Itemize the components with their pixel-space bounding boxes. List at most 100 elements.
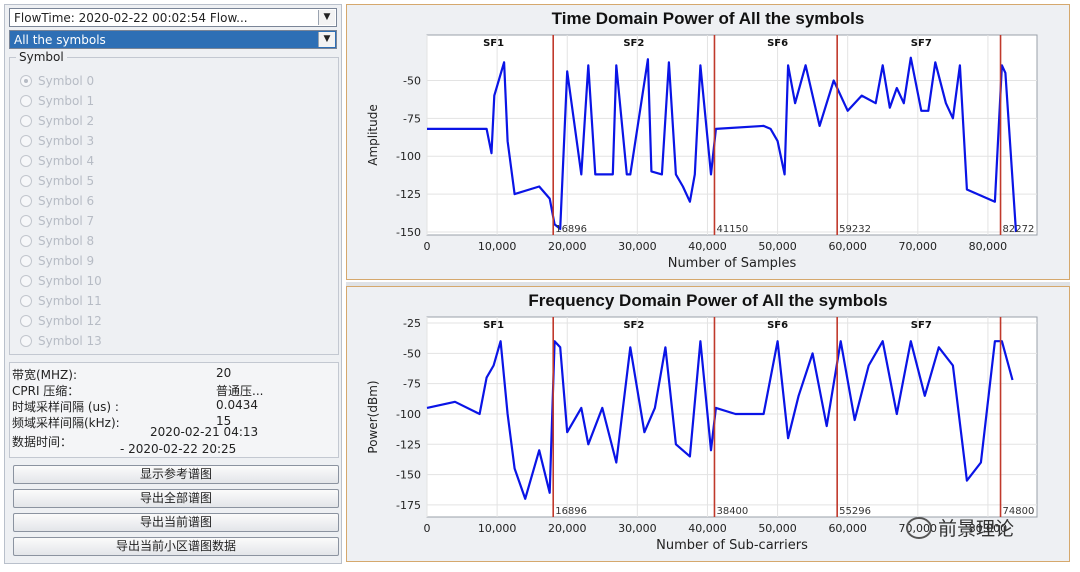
symbols-select[interactable]: All the symbols ▼ [9,30,337,49]
radio-icon[interactable] [20,195,32,207]
export-all-spectra-button[interactable]: 导出全部谱图 [13,489,339,508]
radio-icon[interactable] [20,75,32,87]
symbol-radio-label: Symbol 9 [38,254,95,268]
symbol-group: Symbol Symbol 0 Symbol 1 Symbol 2 Symbol 3 S… [9,50,339,355]
symbol-radio-1[interactable]: Symbol 1 [20,92,94,110]
symbol-radio-2[interactable]: Symbol 2 [20,112,94,130]
symbol-radio-3[interactable]: Symbol 3 [20,132,94,150]
marker-label: 82272 [1003,224,1035,235]
export-current-spectrum-button[interactable]: 导出当前谱图 [13,513,339,532]
symbol-radio-label: Symbol 1 [38,94,95,108]
radio-icon[interactable] [20,255,32,267]
radio-icon[interactable] [20,315,32,327]
chart-title: Time Domain Power of All the symbols [552,9,865,28]
symbol-radio-4[interactable]: Symbol 4 [20,152,94,170]
symbol-radio-label: Symbol 0 [38,74,95,88]
sf-label: SF7 [911,38,932,49]
flowtime-select[interactable]: FlowTime: 2020-02-22 00:02:54 Flow... ▼ [9,8,337,27]
symbol-radio-5[interactable]: Symbol 5 [20,172,94,190]
radio-icon[interactable] [20,295,32,307]
marker-label: 41150 [716,224,748,235]
x-tick-label: 60,000 [828,522,867,535]
sf-label: SF6 [767,38,788,49]
radio-icon[interactable] [20,155,32,167]
marker-label: 16896 [555,224,587,235]
y-tick-label: -175 [396,499,421,512]
marker-label: 38400 [716,506,748,517]
watermark: 前景理论 [906,514,1014,541]
y-tick-label: -25 [403,317,421,330]
flowtime-select-value: FlowTime: 2020-02-22 00:02:54 Flow... [14,11,248,25]
symbol-radio-8[interactable]: Symbol 8 [20,232,94,250]
radio-icon[interactable] [20,175,32,187]
x-tick-label: 10,000 [478,522,517,535]
x-tick-label: 20,000 [548,522,587,535]
symbol-radio-7[interactable]: Symbol 7 [20,212,94,230]
time-domain-panel: Time Domain Power of All the symbols 0 10,… [346,4,1070,280]
chat-bubble-icon [906,516,932,539]
y-tick-label: -50 [403,74,421,87]
sf-label: SF2 [623,38,644,49]
x-tick-label: 30,000 [618,522,657,535]
y-tick-label: -75 [403,378,421,391]
export-cell-spectrum-data-button[interactable]: 导出当前小区谱图数据 [13,537,339,556]
sf-label: SF7 [911,320,932,331]
y-tick-label: -50 [403,347,421,360]
symbol-radio-0[interactable]: Symbol 0 [20,72,94,90]
chevron-down-icon[interactable]: ▼ [318,10,335,25]
time-interval-label: 时域采样间隔 (us) : [12,400,119,414]
radio-icon[interactable] [20,95,32,107]
marker-label: 16896 [555,506,587,517]
show-reference-spectrum-button[interactable]: 显示参考谱图 [13,465,339,484]
control-panel: FlowTime: 2020-02-22 00:02:54 Flow... ▼ … [4,4,342,564]
radio-icon[interactable] [20,335,32,347]
chevron-down-icon[interactable]: ▼ [318,32,335,47]
radio-icon[interactable] [20,215,32,227]
x-axis-label: Number of Sub-carriers [656,538,808,553]
y-tick-label: -75 [403,112,421,125]
plot-area [426,316,1038,518]
symbol-radio-label: Symbol 3 [38,134,95,148]
radio-icon[interactable] [20,275,32,287]
x-tick-label: 40,000 [688,240,727,253]
y-tick-label: -150 [396,226,421,239]
bandwidth-label: 带宽(MHZ): [12,368,78,382]
symbol-radio-label: Symbol 5 [38,174,95,188]
y-axis-label: Amplitude [366,104,380,166]
x-tick-label: 0 [424,522,431,535]
symbol-radio-9[interactable]: Symbol 9 [20,252,94,270]
symbol-group-title: Symbol [16,50,67,64]
symbols-select-value: All the symbols [14,33,106,47]
freq-interval-label: 频域采样间隔(kHz): [12,416,120,430]
symbol-radio-label: Symbol 11 [38,294,102,308]
radio-icon[interactable] [20,115,32,127]
cpri-label: CPRI 压缩： [12,384,80,398]
symbol-radio-label: Symbol 13 [38,334,102,348]
time-domain-chart: Time Domain Power of All the symbols 0 10,… [366,9,1038,271]
x-tick-label: 0 [424,240,431,253]
watermark-text: 前景理论 [938,518,1015,540]
info-panel: 带宽(MHZ): 20 CPRI 压缩： 普通压... 时域采样间隔 (us) … [9,362,339,458]
symbol-radio-13[interactable]: Symbol 13 [20,332,102,350]
radio-icon[interactable] [20,135,32,147]
x-axis-label: Number of Samples [668,256,797,271]
symbol-radio-11[interactable]: Symbol 11 [20,292,102,310]
marker-label: 59232 [839,224,871,235]
x-tick-label: 20,000 [548,240,587,253]
symbol-radio-12[interactable]: Symbol 12 [20,312,102,330]
x-tick-label: 50,000 [758,240,797,253]
x-tick-label: 60,000 [828,240,867,253]
chart-title: Frequency Domain Power of All the symbol… [528,291,887,310]
bandwidth-value: 20 [216,366,232,380]
radio-icon[interactable] [20,235,32,247]
symbol-radio-label: Symbol 7 [38,214,95,228]
data-time-label: 数据时间： [12,435,73,449]
symbol-radio-label: Symbol 4 [38,154,95,168]
y-tick-label: -100 [396,408,421,421]
symbol-radio-label: Symbol 12 [38,314,102,328]
symbol-radio-10[interactable]: Symbol 10 [20,272,102,290]
symbol-radio-6[interactable]: Symbol 6 [20,192,94,210]
x-tick-label: 70,000 [899,240,938,253]
y-tick-label: -150 [396,469,421,482]
y-axis-label: Power(dBm) [366,380,380,453]
